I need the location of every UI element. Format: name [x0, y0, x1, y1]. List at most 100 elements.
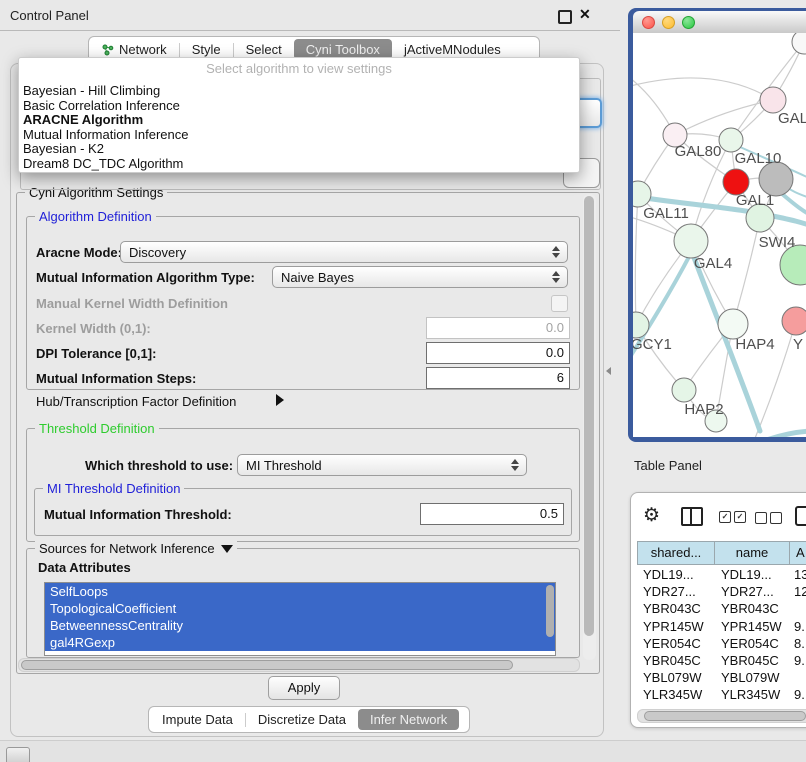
table-row[interactable]: YBL079WYBL079W	[637, 669, 806, 686]
node-label: GAL	[778, 110, 806, 127]
table-hscrollbar[interactable]	[637, 709, 806, 723]
mi-steps-label: Mutual Information Steps:	[36, 371, 196, 386]
which-threshold-combobox[interactable]: MI Threshold	[237, 454, 527, 476]
tab-infer-network[interactable]: Infer Network	[358, 709, 459, 730]
node-hap4[interactable]	[718, 309, 748, 339]
node-gcy1[interactable]	[633, 312, 649, 338]
attr-list-vscroll-thumb[interactable]	[546, 585, 554, 637]
table-row[interactable]: YDR27...YDR27...12	[637, 583, 806, 600]
splitter-collapse-arrow[interactable]	[606, 367, 611, 375]
table-row[interactable]: YBR043CYBR043C	[637, 600, 806, 617]
tab-infer-network-label: Infer Network	[370, 709, 447, 730]
table-cell: YLR345W	[715, 686, 790, 703]
node-hap2[interactable]	[672, 378, 696, 402]
algorithm-definition-title: Algorithm Definition	[35, 209, 156, 224]
kernel-width-label: Kernel Width (0,1):	[36, 321, 151, 336]
column-header-clipped[interactable]: A	[790, 541, 806, 565]
table-cell: YBL079W	[715, 669, 790, 686]
table-cell: YIL052C	[715, 704, 790, 708]
gear-icon[interactable]: ⚙	[643, 504, 660, 527]
mi-steps-field[interactable]: 6	[426, 367, 570, 389]
table-cell: YBR045C	[715, 652, 790, 669]
table-row[interactable]: YIL052CYIL052C9.	[637, 704, 806, 708]
apply-button[interactable]: Apply	[268, 676, 340, 700]
node-label: GAL11	[643, 205, 689, 222]
settings-hscrollbar[interactable]	[18, 658, 580, 672]
table-cell: 9.	[790, 618, 806, 635]
node-green-right[interactable]	[780, 245, 806, 285]
tab-discretize-data[interactable]: Discretize Data	[246, 709, 358, 730]
bottom-tabbar: Impute Data Discretize Data Infer Networ…	[148, 706, 470, 733]
table-row[interactable]: YER054CYER054C8.	[637, 635, 806, 652]
mi-type-combobox[interactable]: Naive Bayes	[272, 266, 568, 288]
settings-hscrollbar-thumb[interactable]	[21, 660, 513, 670]
table-row[interactable]: YPR145WYPR145W9.	[637, 618, 806, 635]
aracne-mode-combobox[interactable]: Discovery	[120, 241, 568, 263]
hub-definition-label: Hub/Transcription Factor Definition	[36, 394, 236, 409]
table-cell: YPR145W	[637, 618, 715, 635]
node-label: GAL4	[694, 255, 732, 272]
table-header-row: shared... name A	[637, 541, 806, 565]
node-label: GAL80	[675, 143, 722, 160]
table-cell: 13	[790, 566, 806, 583]
node-label: HAP4	[735, 336, 774, 353]
table-row[interactable]: YBR045CYBR045C9.	[637, 652, 806, 669]
table-cell	[790, 600, 806, 617]
minimized-panel-icon[interactable]	[6, 747, 30, 762]
table-hscrollbar-thumb[interactable]	[644, 711, 806, 721]
table-cell: YDR27...	[715, 583, 790, 600]
dropdown-item[interactable]: Mutual Information Inference	[19, 128, 579, 143]
dropdown-item[interactable]: Bayesian - Hill Climbing	[19, 84, 579, 99]
dropdown-item[interactable]: Dream8 DC_TDC Algorithm	[19, 157, 579, 172]
manual-kernel-checkbox[interactable]	[551, 295, 568, 312]
node-label: Y	[793, 336, 803, 353]
close-traffic-light[interactable]	[642, 16, 655, 29]
column-header-shared-name[interactable]: shared...	[637, 541, 715, 565]
data-attributes-list[interactable]: SelfLoops TopologicalCoefficient Between…	[44, 582, 556, 656]
dropdown-item[interactable]: Basic Correlation Inference	[19, 99, 579, 114]
attribute-item[interactable]: TopologicalCoefficient	[45, 600, 555, 617]
node-top-right[interactable]	[792, 33, 806, 54]
bottom-strip	[0, 740, 806, 762]
node-salmon[interactable]	[782, 307, 806, 335]
deselect-all-icon[interactable]	[755, 512, 782, 524]
node-gal10[interactable]	[719, 128, 743, 152]
select-all-checks-icon[interactable]: ✓✓	[719, 511, 746, 523]
dpi-tolerance-field[interactable]: 0.0	[426, 342, 570, 364]
network-window-titlebar[interactable]	[633, 11, 806, 34]
attribute-item[interactable]: SelfLoops	[45, 583, 555, 600]
sources-collapse-arrow-icon[interactable]	[221, 545, 233, 553]
table-cell: YBL079W	[637, 669, 715, 686]
column-header-name[interactable]: name	[715, 541, 790, 565]
columns-icon-divider	[690, 509, 692, 524]
dropdown-item[interactable]: Bayesian - K2	[19, 142, 579, 157]
mi-threshold-definition-title: MI Threshold Definition	[43, 481, 184, 496]
node-gal11[interactable]	[633, 181, 651, 207]
minimize-traffic-light[interactable]	[662, 16, 675, 29]
table-cell: YIL052C	[637, 704, 715, 708]
mi-type-label: Mutual Information Algorithm Type:	[36, 270, 255, 285]
network-canvas[interactable]: GAL GAL80 GAL10 GAL1 GAL11 SWI4 GAL4 GCY…	[633, 33, 806, 437]
attribute-item[interactable]: BetweennessCentrality	[45, 617, 555, 634]
node-gal4[interactable]	[674, 224, 708, 258]
zoom-traffic-light[interactable]	[682, 16, 695, 29]
attribute-item[interactable]: gal4RGexp	[45, 634, 555, 651]
hub-expander-arrow-icon[interactable]	[276, 394, 284, 406]
manual-kernel-label: Manual Kernel Width Definition	[36, 296, 228, 311]
combo-stepper-icon	[549, 246, 563, 258]
partial-toolbar-icon[interactable]	[795, 506, 806, 526]
settings-vscrollbar[interactable]	[583, 194, 596, 660]
settings-vscrollbar-thumb[interactable]	[584, 196, 594, 636]
columns-icon[interactable]	[681, 507, 703, 526]
dropdown-item-aracne[interactable]: ARACNE Algorithm	[19, 113, 579, 128]
mi-threshold-field[interactable]: 0.5	[420, 503, 564, 525]
node-gray[interactable]	[759, 162, 793, 196]
table-row[interactable]: YLR345WYLR345W9.	[637, 686, 806, 703]
close-panel-icon[interactable]: ✕	[579, 6, 591, 23]
table-row[interactable]: YDL19...YDL19...13	[637, 566, 806, 583]
tab-impute-data[interactable]: Impute Data	[150, 709, 245, 730]
app-root: Control Panel ✕ Network Style Select Cyn…	[0, 0, 806, 762]
float-panel-icon[interactable]	[558, 10, 572, 24]
tab-discretize-data-label: Discretize Data	[258, 709, 346, 730]
kernel-width-field[interactable]: 0.0	[426, 317, 570, 339]
